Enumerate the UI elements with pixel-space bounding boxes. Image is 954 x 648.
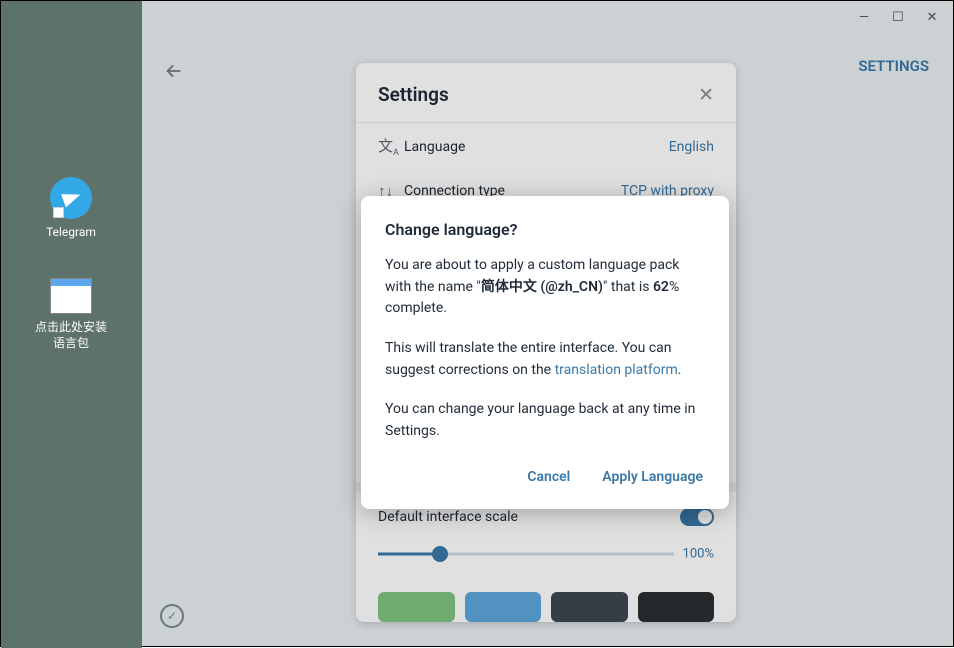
back-button[interactable]	[158, 55, 190, 87]
change-language-dialog: Change language? You are about to apply …	[361, 196, 729, 509]
scale-slider[interactable]: 100%	[378, 544, 714, 564]
desktop-icon-label: Telegram	[21, 225, 121, 241]
scale-toggle[interactable]	[680, 508, 714, 526]
settings-close-button[interactable]: ✕	[698, 83, 714, 106]
minimize-button[interactable]: —	[847, 3, 881, 31]
maximize-button[interactable]: ☐	[881, 3, 915, 31]
dialog-title: Change language?	[385, 220, 705, 239]
settings-panel-title: Settings	[378, 83, 449, 106]
language-row[interactable]: 文A Language English	[356, 123, 736, 170]
scale-percent: 100%	[683, 547, 714, 562]
slider-fill	[378, 553, 440, 556]
row-label: Language	[404, 139, 669, 155]
dialog-body: You are about to apply a custom language…	[385, 255, 705, 443]
desktop-background: Telegram 点击此处安装 语言包	[1, 1, 142, 648]
window-titlebar: — ☐ ✕	[142, 1, 953, 33]
theme-tile[interactable]	[551, 592, 628, 622]
translation-platform-link[interactable]: translation platform	[555, 362, 678, 378]
apply-language-button[interactable]: Apply Language	[600, 461, 705, 493]
theme-tiles	[356, 578, 736, 622]
theme-tile[interactable]	[638, 592, 715, 622]
translate-icon: 文A	[378, 135, 404, 158]
close-window-button[interactable]: ✕	[915, 3, 949, 31]
desktop-icon-install-lang[interactable]: 点击此处安装 语言包	[21, 278, 121, 351]
language-value: English	[669, 139, 714, 155]
theme-tile[interactable]	[465, 592, 542, 622]
shield-badge[interactable]: ✓	[160, 604, 184, 628]
theme-tile[interactable]	[378, 592, 455, 622]
settings-link[interactable]: SETTINGS	[858, 57, 929, 75]
file-icon	[50, 278, 92, 314]
desktop-icon-label: 点击此处安装 语言包	[21, 320, 121, 351]
shortcut-badge-icon	[53, 207, 64, 218]
arrow-left-icon	[163, 60, 185, 82]
desktop-icon-telegram[interactable]: Telegram	[21, 177, 121, 241]
scale-label: Default interface scale	[378, 509, 518, 525]
cancel-button[interactable]: Cancel	[525, 461, 572, 493]
slider-thumb[interactable]	[432, 546, 448, 562]
